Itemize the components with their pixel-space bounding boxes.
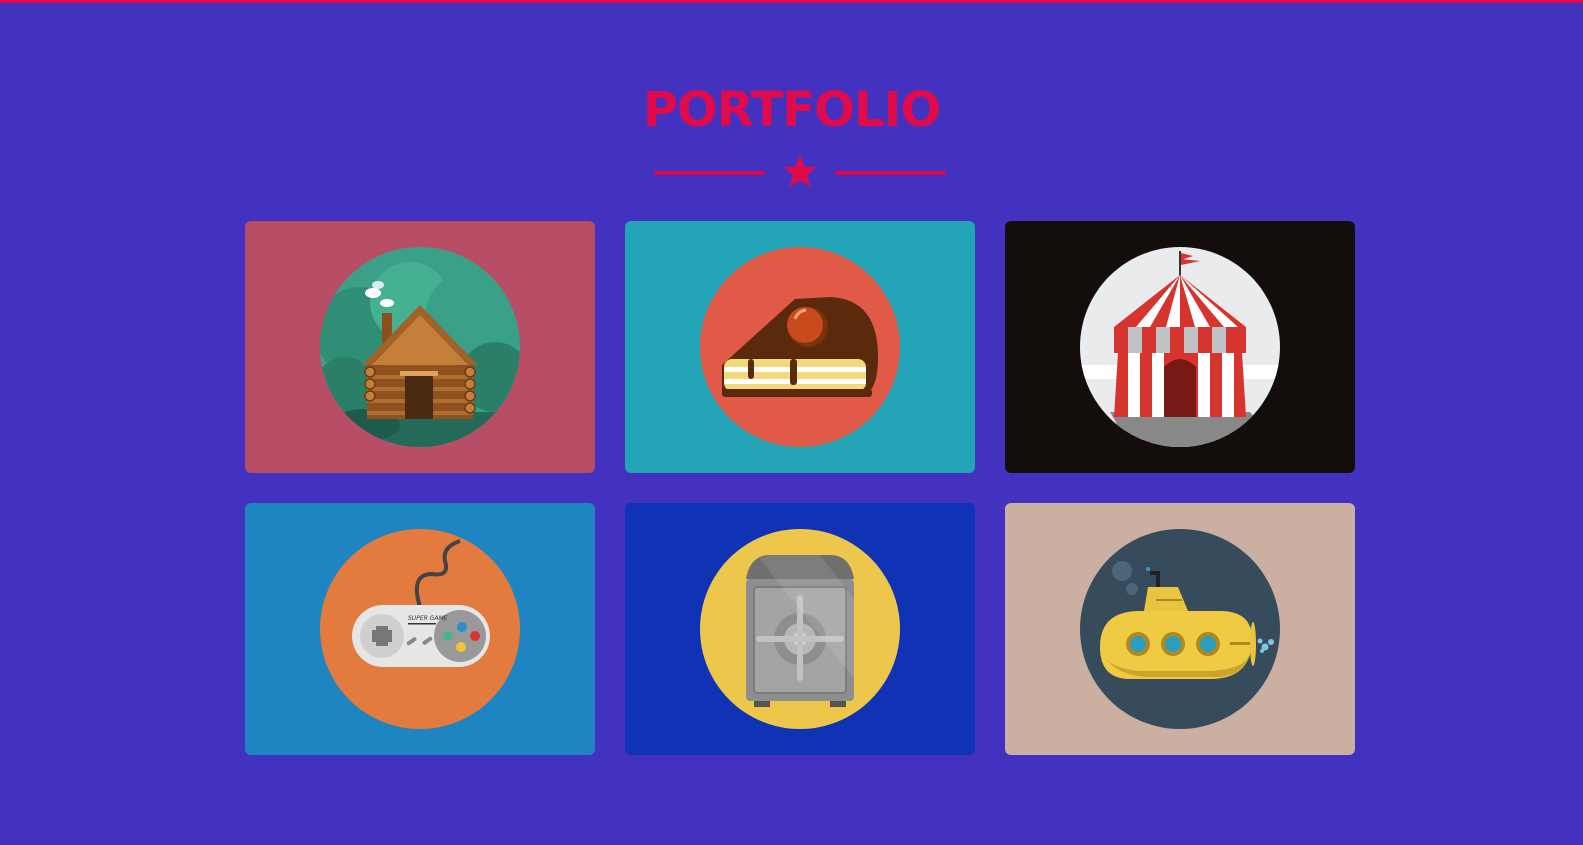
portfolio-item-cake[interactable] [625,221,975,473]
divider-line-left [654,171,765,175]
portfolio-item-controller[interactable]: SUPER GAME [245,503,595,755]
safe-icon [700,529,900,729]
log-cabin-icon [320,247,520,447]
submarine-icon [1080,529,1280,729]
portfolio-item-submarine[interactable] [1005,503,1355,755]
circus-tent-icon [1080,247,1280,447]
cake-slice-icon [700,247,900,447]
game-controller-icon: SUPER GAME [320,529,520,729]
controller-brand-label: SUPER GAME [408,615,448,622]
top-accent-bar [0,0,1583,3]
page-title: PORTFOLIO [642,82,941,138]
portfolio-item-cabin[interactable] [245,221,595,473]
portfolio-item-safe[interactable] [625,503,975,755]
divider-line-right [835,171,946,175]
portfolio-item-circus[interactable] [1005,221,1355,473]
title-divider [654,154,946,192]
star-icon [783,155,817,187]
